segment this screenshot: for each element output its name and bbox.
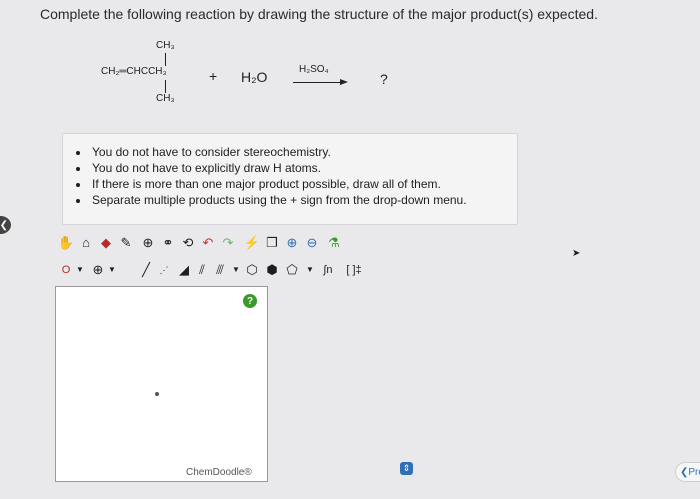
instruction-item: You do not have to explicitly draw H ato… — [90, 160, 517, 176]
instruction-item: You do not have to consider stereochemis… — [90, 144, 517, 160]
benzene-icon[interactable]: ⬡ — [243, 261, 261, 279]
left-nav-tab[interactable]: ❮ — [0, 216, 11, 234]
instructions-box: You do not have to consider stereochemis… — [62, 133, 518, 225]
single-bond-icon[interactable]: ╱ — [137, 261, 155, 279]
chevron-down-icon[interactable]: ▼ — [301, 261, 319, 279]
instruction-item: Separate multiple products using the + s… — [90, 192, 517, 208]
plus-sign: + — [209, 68, 218, 84]
chevron-down-icon[interactable]: ▼ — [103, 261, 121, 279]
question-text: Complete the following reaction by drawi… — [40, 6, 598, 22]
canvas-origin-dot — [155, 392, 159, 396]
undo-icon[interactable]: ↶ — [199, 234, 217, 252]
pencil-icon[interactable]: ✎ — [117, 234, 135, 252]
top-bond — [165, 53, 166, 66]
copy-icon[interactable]: ❐ — [263, 234, 281, 252]
instruction-item: If there is more than one major product … — [90, 176, 517, 192]
double-bond-icon[interactable]: ⫽ — [193, 261, 211, 279]
eraser-icon[interactable]: ◆ — [97, 234, 115, 252]
chemdoodle-brand: ChemDoodle® — [186, 467, 252, 478]
bracket-tool[interactable]: [ ]‡ — [339, 261, 369, 279]
dashed-bond-icon[interactable]: ⋰ — [155, 261, 173, 279]
previous-button[interactable]: ❮Pre — [675, 462, 700, 482]
hand-icon[interactable]: ✋ — [57, 234, 75, 252]
zoom-out-icon[interactable]: ⊖ — [303, 234, 321, 252]
redo-icon[interactable]: ↷ — [219, 234, 237, 252]
cyclopentane-icon[interactable]: ⬠ — [283, 261, 301, 279]
help-button[interactable]: ? — [243, 294, 257, 308]
cyclohexane-icon[interactable]: ⬢ — [263, 261, 281, 279]
reaction-arrow-head — [340, 79, 348, 85]
bottom-methyl: CH₃ — [156, 93, 175, 104]
drawing-canvas[interactable]: ? ChemDoodle® — [55, 286, 268, 482]
chevron-down-icon[interactable]: ▼ — [71, 261, 89, 279]
clean-icon[interactable]: ⚡ — [243, 234, 261, 252]
product-placeholder: ? — [380, 71, 388, 87]
reaction-arrow — [293, 82, 341, 83]
mouse-cursor-icon: ➤ — [572, 248, 581, 259]
catalyst: H₂SO₄ — [299, 64, 329, 75]
reaction-scheme: CH₃ CH₂═CHCCH₃ CH₃ + H₂O H₂SO₄ ? — [95, 36, 415, 108]
main-chain: CH₂═CHCCH₃ — [101, 66, 167, 77]
resize-spinner-button[interactable]: ⇕ — [400, 462, 413, 475]
lasso-icon[interactable]: ⌂ — [77, 234, 95, 252]
settings-icon[interactable]: ⚗ — [325, 234, 343, 252]
top-methyl: CH₃ — [156, 40, 175, 51]
center-icon[interactable]: ⊕ — [139, 234, 157, 252]
rotate-icon[interactable]: ⟲ — [179, 234, 197, 252]
bottom-bond — [165, 80, 166, 93]
zoom-in-icon[interactable]: ⊕ — [283, 234, 301, 252]
template-tool[interactable]: ∫n — [319, 261, 337, 279]
water: H₂O — [241, 69, 268, 85]
wedge-bond-icon[interactable]: ◢ — [175, 261, 193, 279]
flip-icon[interactable]: ⚭ — [159, 234, 177, 252]
